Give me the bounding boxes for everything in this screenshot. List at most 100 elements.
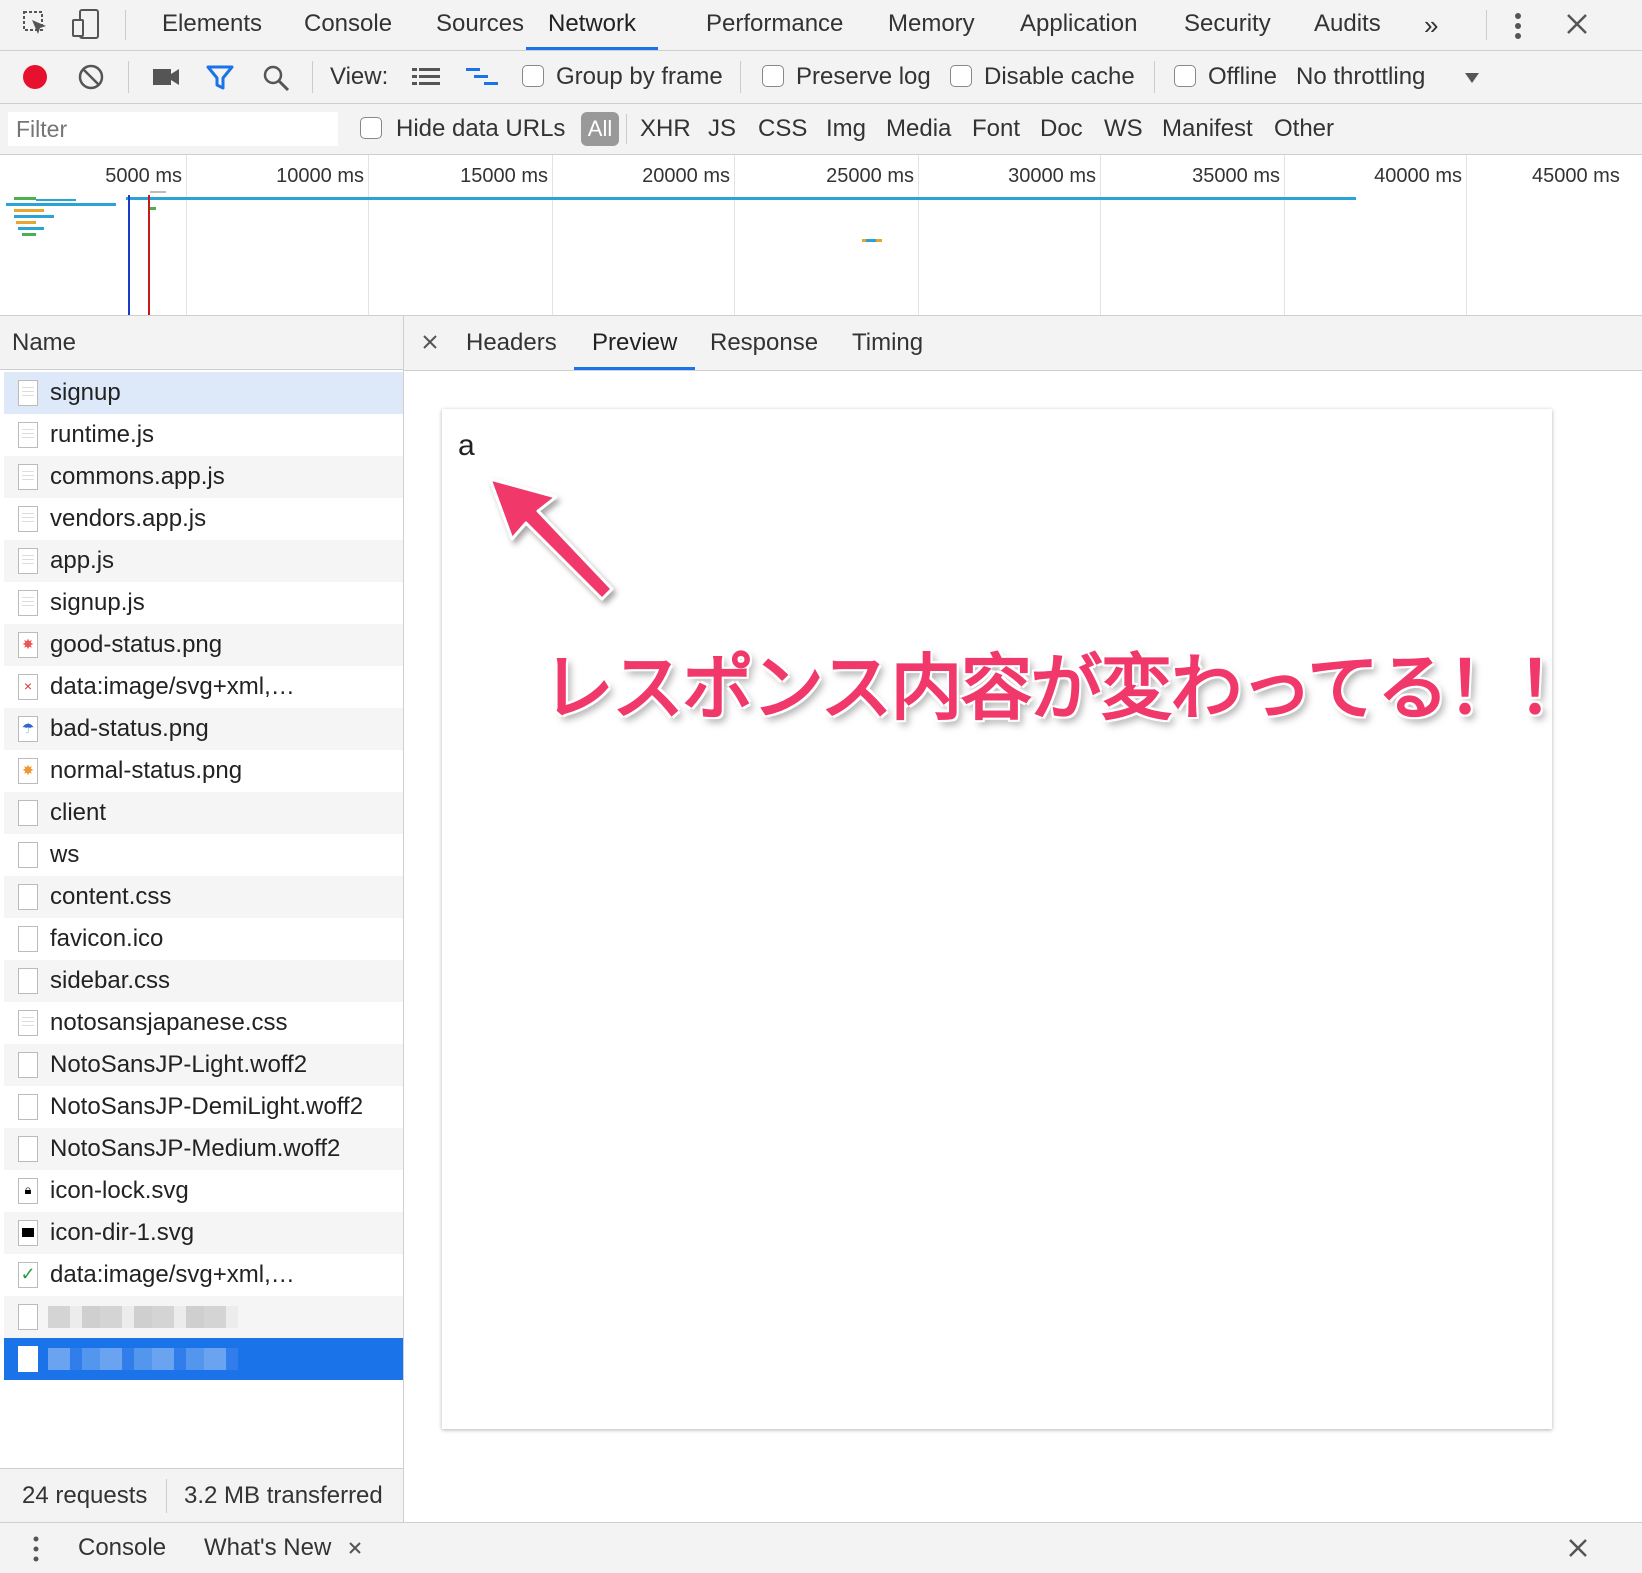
capture-screenshots-icon[interactable] — [152, 66, 180, 93]
annotation-text: レスポンス内容が変わってる！！ — [542, 646, 1589, 730]
bottom-drawer: Console What's New — [0, 1522, 1642, 1573]
filter-img[interactable]: Img — [826, 104, 866, 154]
request-row[interactable]: 🔒︎ icon-lock.svg — [4, 1170, 403, 1212]
request-row[interactable]: notosansjapanese.css — [4, 1002, 403, 1044]
request-name: client — [50, 799, 107, 826]
script-file-icon — [18, 464, 38, 490]
request-row[interactable]: NotoSansJP-Medium.woff2 — [4, 1128, 403, 1170]
request-name: NotoSansJP-Light.woff2 — [50, 1051, 308, 1078]
tab-preview[interactable]: Preview — [574, 316, 696, 370]
more-tabs-icon[interactable]: » — [1424, 12, 1438, 38]
tab-sources[interactable]: Sources — [436, 0, 524, 50]
script-file-icon — [18, 548, 38, 574]
large-request-rows-icon[interactable] — [412, 67, 440, 92]
response-preview: a レスポンス内容が変わってる！！ — [442, 409, 1589, 1429]
tab-network[interactable]: Network — [526, 0, 659, 50]
tab-response[interactable]: Response — [710, 316, 818, 370]
tab-memory[interactable]: Memory — [888, 0, 975, 50]
request-row[interactable]: NotoSansJP-Light.woff2 — [4, 1044, 403, 1086]
filter-font[interactable]: Font — [972, 104, 1020, 154]
filter-media[interactable]: Media — [886, 104, 951, 154]
request-row[interactable]: signup — [4, 372, 403, 414]
request-row[interactable]: app.js — [4, 540, 403, 582]
request-row-redacted[interactable] — [4, 1296, 403, 1338]
kebab-menu-icon[interactable] — [1514, 12, 1522, 45]
network-overview[interactable]: 5000 ms 10000 ms 15000 ms 20000 ms 25000… — [0, 155, 1642, 316]
disable-cache-checkbox[interactable] — [950, 65, 972, 87]
request-name: signup.js — [50, 589, 145, 616]
request-row[interactable]: favicon.ico — [4, 918, 403, 960]
drawer-tab-whats-new[interactable]: What's New — [204, 1523, 331, 1573]
network-toolbar: View: Group by frame Preserve log Disabl… — [0, 51, 1642, 104]
filter-all-button[interactable]: All — [581, 112, 619, 146]
waterfall-view-icon[interactable] — [466, 67, 498, 92]
tab-application[interactable]: Application — [1020, 0, 1137, 50]
file-icon — [18, 1136, 38, 1162]
throttling-select[interactable]: No throttling — [1296, 51, 1425, 103]
redacted-name — [48, 1306, 238, 1328]
request-row[interactable]: × data:image/svg+xml,… — [4, 666, 403, 708]
request-name: bad-status.png — [50, 715, 209, 742]
tab-audits[interactable]: Audits — [1314, 0, 1381, 50]
request-name: ws — [50, 841, 80, 868]
filter-ws[interactable]: WS — [1104, 104, 1143, 154]
request-row[interactable]: client — [4, 792, 403, 834]
filter-manifest[interactable]: Manifest — [1162, 104, 1253, 154]
clear-icon[interactable] — [78, 64, 104, 95]
dropdown-arrow-icon[interactable] — [1464, 71, 1480, 89]
offline-checkbox[interactable] — [1174, 65, 1196, 87]
detail-tab-bar: Headers Preview Response Timing — [404, 316, 1642, 371]
tab-console[interactable]: Console — [304, 0, 392, 50]
close-detail-icon[interactable] — [422, 334, 438, 355]
filter-xhr[interactable]: XHR — [640, 104, 691, 154]
request-name: icon-dir-1.svg — [50, 1219, 195, 1246]
filter-input[interactable] — [8, 112, 338, 146]
tab-timing[interactable]: Timing — [852, 316, 923, 370]
request-row[interactable]: NotoSansJP-DemiLight.woff2 — [4, 1086, 403, 1128]
script-file-icon — [18, 590, 38, 616]
hide-data-urls-checkbox[interactable] — [360, 117, 382, 139]
transferred-size: 3.2 MB transferred — [184, 1482, 383, 1509]
request-row[interactable]: icon-dir-1.svg — [4, 1212, 403, 1254]
close-drawer-icon[interactable] — [1568, 1538, 1588, 1563]
filter-other[interactable]: Other — [1274, 104, 1334, 154]
request-row[interactable]: runtime.js — [4, 414, 403, 456]
filter-doc[interactable]: Doc — [1040, 104, 1083, 154]
inspect-element-icon[interactable] — [22, 10, 50, 43]
filter-icon[interactable] — [206, 65, 234, 96]
device-toolbar-icon[interactable] — [70, 8, 102, 45]
request-row[interactable]: sidebar.css — [4, 960, 403, 1002]
request-row[interactable]: commons.app.js — [4, 456, 403, 498]
request-row[interactable]: ✓ data:image/svg+xml,… — [4, 1254, 403, 1296]
record-icon[interactable] — [22, 64, 48, 95]
file-icon — [18, 800, 38, 826]
close-devtools-icon[interactable] — [1566, 13, 1588, 40]
name-column-header[interactable]: Name — [0, 316, 403, 370]
view-label: View: — [330, 63, 389, 90]
search-icon[interactable] — [262, 64, 290, 97]
tab-performance[interactable]: Performance — [706, 0, 843, 50]
request-row[interactable]: ✸ good-status.png — [4, 624, 403, 666]
request-row[interactable]: vendors.app.js — [4, 498, 403, 540]
tab-headers[interactable]: Headers — [466, 316, 557, 370]
request-row-selected-redacted[interactable] — [4, 1338, 403, 1380]
preserve-log-checkbox[interactable] — [762, 65, 784, 87]
file-icon — [18, 1346, 38, 1372]
request-name: icon-lock.svg — [50, 1177, 189, 1204]
request-row[interactable]: ✸ normal-status.png — [4, 750, 403, 792]
filter-css[interactable]: CSS — [758, 104, 807, 154]
request-name: NotoSansJP-DemiLight.woff2 — [50, 1093, 364, 1120]
devtools-tab-bar: Elements Console Sources Network Perform… — [0, 0, 1642, 51]
drawer-menu-icon[interactable] — [32, 1535, 40, 1568]
filter-js[interactable]: JS — [708, 104, 736, 154]
group-by-frame-checkbox[interactable] — [522, 65, 544, 87]
request-row[interactable]: ☂ bad-status.png — [4, 708, 403, 750]
tab-security[interactable]: Security — [1184, 0, 1271, 50]
request-name: content.css — [50, 883, 172, 910]
tab-elements[interactable]: Elements — [162, 0, 262, 50]
request-row[interactable]: ws — [4, 834, 403, 876]
request-row[interactable]: signup.js — [4, 582, 403, 624]
close-tab-icon[interactable] — [348, 1541, 362, 1560]
drawer-tab-console[interactable]: Console — [78, 1523, 166, 1573]
request-row[interactable]: content.css — [4, 876, 403, 918]
